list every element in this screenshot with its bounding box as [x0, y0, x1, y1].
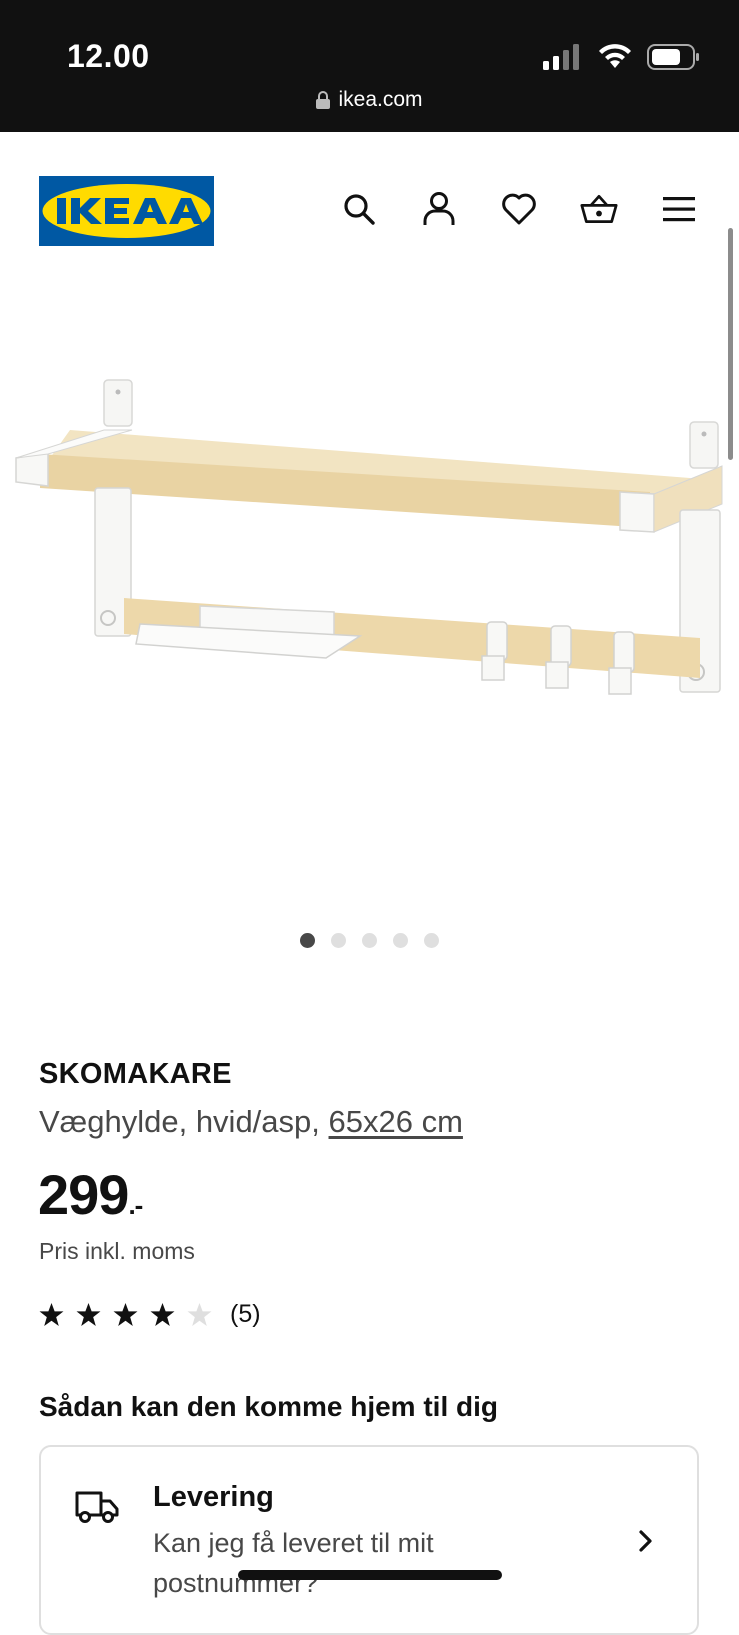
heart-icon[interactable] [500, 190, 538, 228]
lock-icon [316, 91, 330, 109]
status-icons [543, 43, 701, 71]
search-icon[interactable] [340, 190, 378, 228]
battery-icon [647, 43, 701, 71]
carousel-dot[interactable] [424, 933, 439, 948]
carousel-dot[interactable] [331, 933, 346, 948]
home-indicator[interactable] [238, 1570, 502, 1580]
account-icon[interactable] [420, 190, 458, 228]
product-description-text: Væghylde, hvid/asp, [39, 1104, 320, 1139]
truck-icon [75, 1489, 119, 1525]
wall-shelf-product-image[interactable] [0, 360, 739, 740]
delivery-section-title: Sådan kan den komme hjem til dig [39, 1391, 498, 1423]
image-carousel-dots [0, 933, 739, 948]
basket-icon[interactable] [580, 190, 618, 228]
star-empty-icon [187, 1302, 212, 1327]
product-description: Væghylde, hvid/asp, 65x26 cm [39, 1104, 463, 1140]
rating-count: (5) [230, 1300, 261, 1329]
delivery-card-text: Kan jeg få leveret til mit postnummer? [153, 1523, 533, 1603]
carousel-dot[interactable] [362, 933, 377, 948]
chevron-right-icon[interactable] [633, 1529, 657, 1553]
status-bar: 12.00 ikea.com [0, 0, 739, 132]
product-size-link[interactable]: 65x26 cm [329, 1104, 463, 1139]
price-note: Pris inkl. moms [39, 1238, 195, 1265]
price-value: 299 [38, 1163, 128, 1226]
delivery-card-title: Levering [153, 1481, 274, 1514]
star-filled-icon [39, 1302, 64, 1327]
url-bar[interactable]: ikea.com [0, 88, 739, 112]
product-rating[interactable]: (5) [39, 1300, 261, 1329]
ikea-logo[interactable] [39, 176, 214, 246]
menu-icon[interactable] [660, 190, 698, 228]
site-header [0, 132, 739, 252]
star-filled-icon [113, 1302, 138, 1327]
delivery-card[interactable]: Levering Kan jeg få leveret til mit post… [39, 1445, 699, 1635]
carousel-dot[interactable] [393, 933, 408, 948]
product-price: 299.- [38, 1162, 142, 1227]
url-text: ikea.com [338, 88, 422, 112]
star-filled-icon [76, 1302, 101, 1327]
price-suffix: .- [128, 1190, 142, 1220]
product-name: SKOMAKARE [39, 1058, 232, 1091]
wifi-icon [597, 44, 633, 70]
header-icons [340, 190, 698, 228]
status-time: 12.00 [67, 38, 150, 75]
signal-icon [543, 44, 583, 70]
star-filled-icon [150, 1302, 175, 1327]
carousel-dot[interactable] [300, 933, 315, 948]
